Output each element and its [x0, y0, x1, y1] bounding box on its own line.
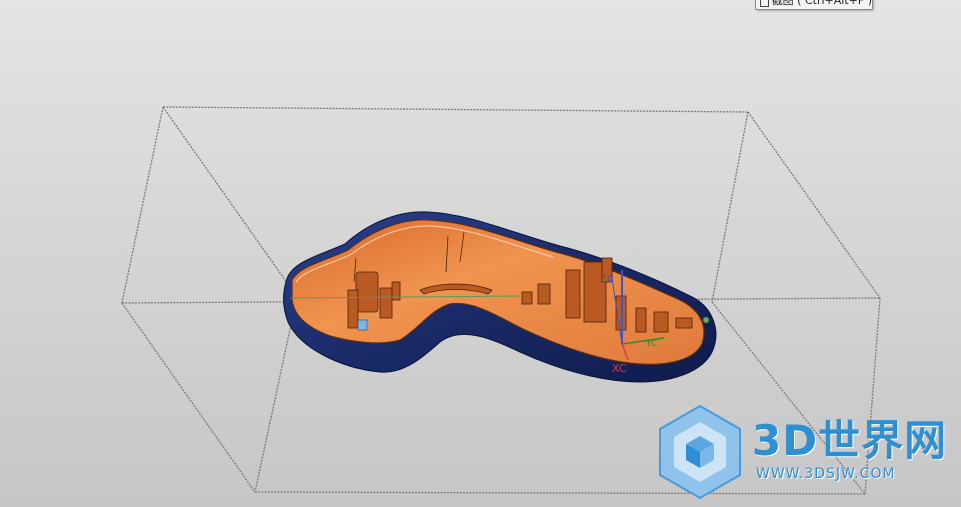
watermark: 3D世界网 WWW.3DSJW.COM	[660, 402, 960, 502]
inner-highlight-patch	[357, 319, 368, 331]
axis-label-zc: ZC	[600, 274, 614, 285]
graphics-viewport[interactable]: 截图 ( Ctrl+Alt+F ) XC YC ZC 3D世界网 WWW.3DS…	[0, 0, 961, 507]
axis-label-yc: YC	[646, 339, 658, 349]
mouse-shell-part[interactable]	[283, 211, 717, 383]
watermark-title: 3D世界网	[752, 416, 948, 465]
axis-label-xc: XC	[612, 362, 627, 375]
watermark-url: WWW.3DSJW.COM	[756, 466, 896, 482]
